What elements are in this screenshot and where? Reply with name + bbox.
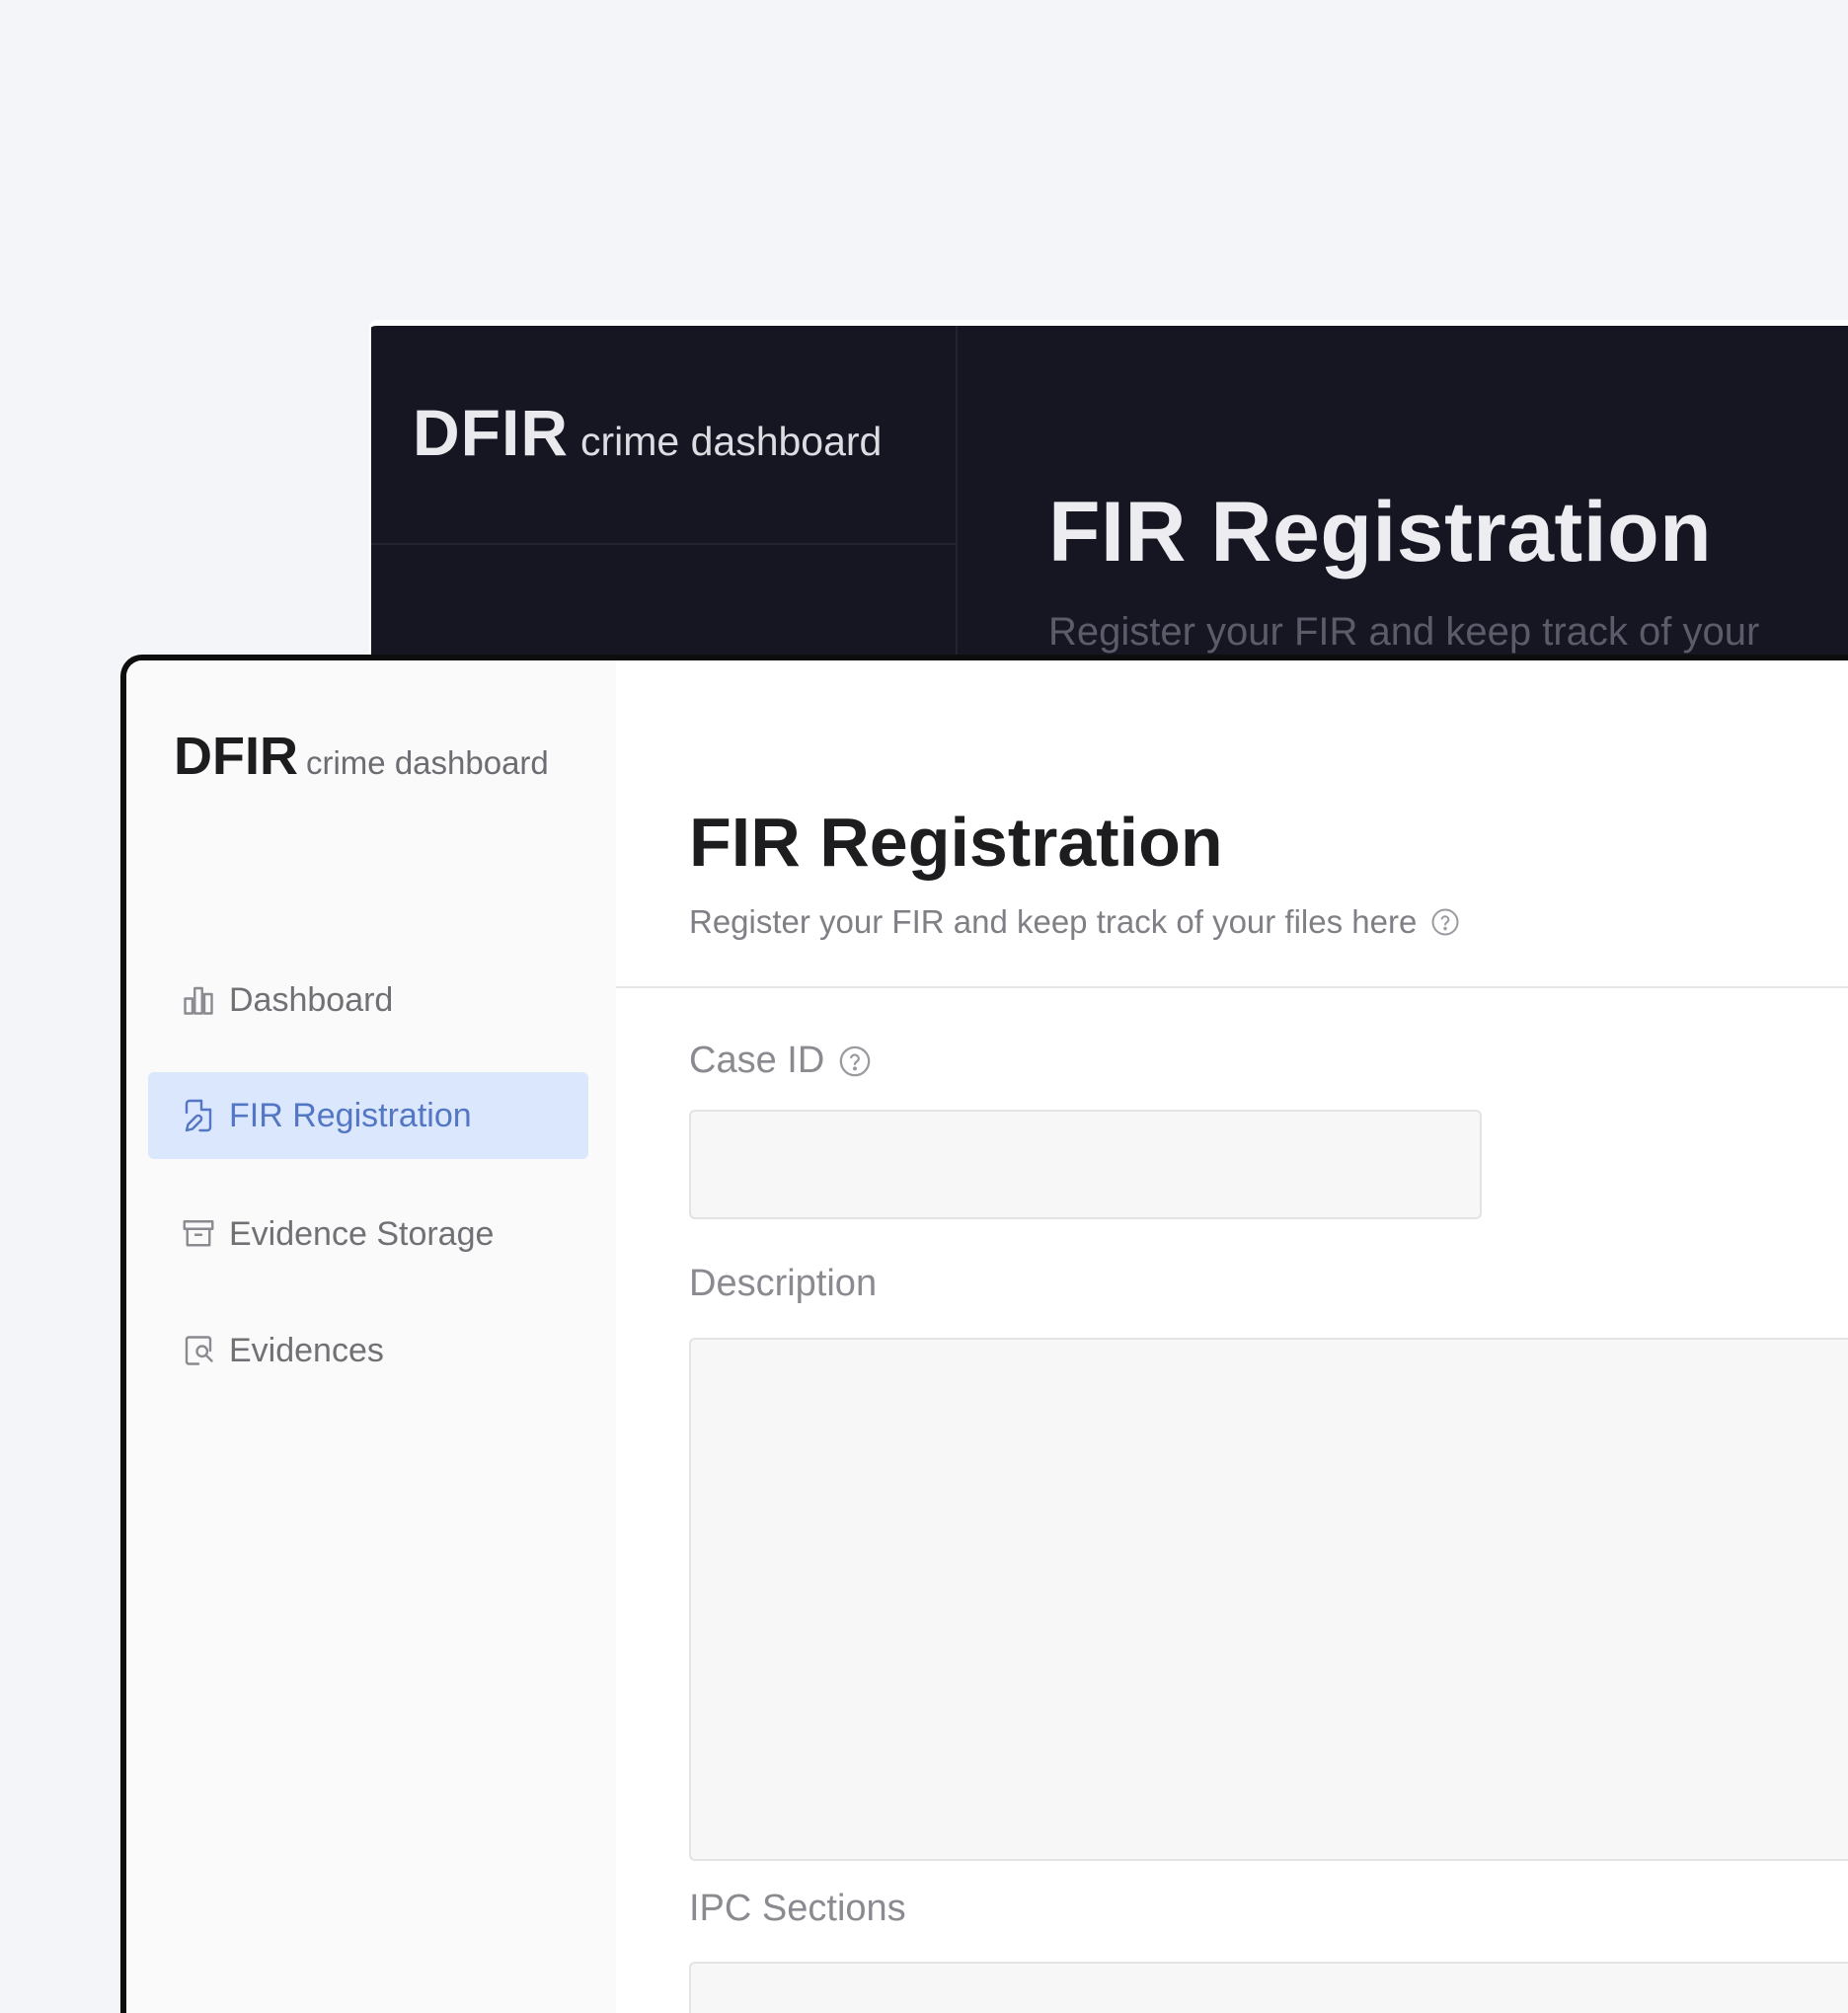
brand-sub: crime dashboard — [305, 744, 549, 781]
archive-box-icon — [180, 1215, 217, 1253]
case-id-label-text: Case ID — [689, 1040, 825, 1081]
background-page-subtitle: Register your FIR and keep track of your — [1048, 610, 1760, 654]
background-brand-area: DFIR crime dashboard — [371, 326, 956, 545]
file-edit-icon — [180, 1097, 217, 1134]
brand-main: DFIR — [174, 727, 298, 786]
sidebar-item-label: Evidence Storage — [229, 1214, 495, 1253]
description-label: Description — [689, 1263, 877, 1305]
background-brand: DFIR crime dashboard — [413, 395, 882, 470]
ipc-sections-label: IPC Sections — [689, 1888, 906, 1930]
page-title: FIR Registration — [689, 804, 1223, 881]
help-circle-icon[interactable] — [838, 1045, 872, 1078]
sidebar-item-fir-registration[interactable]: FIR Registration — [148, 1072, 588, 1159]
case-id-label: Case ID — [689, 1040, 872, 1082]
description-textarea[interactable] — [689, 1338, 1848, 1861]
ipc-sections-label-text: IPC Sections — [689, 1888, 906, 1929]
page-header: FIR Registration Register your FIR and k… — [616, 660, 1848, 988]
sidebar-item-label: FIR Registration — [229, 1096, 472, 1134]
sidebar-item-dashboard[interactable]: Dashboard — [148, 957, 588, 1044]
sidebar-item-label: Evidences — [229, 1331, 384, 1369]
description-label-text: Description — [689, 1263, 878, 1304]
sidebar-item-evidence-storage[interactable]: Evidence Storage — [148, 1191, 588, 1277]
page-subtitle: Register your FIR and keep track of your… — [689, 903, 1460, 941]
case-id-input[interactable] — [689, 1110, 1482, 1219]
app-window: DFIR crime dashboard Dashboard FIR Regis… — [120, 655, 1848, 2013]
background-brand-sub: crime dashboard — [579, 419, 883, 464]
document-search-icon — [180, 1332, 217, 1369]
page-subtitle-text: Register your FIR and keep track of your… — [689, 903, 1418, 940]
background-brand-main: DFIR — [413, 396, 569, 469]
sidebar-item-evidences[interactable]: Evidences — [148, 1307, 588, 1394]
ipc-sections-input[interactable] — [689, 1962, 1848, 2013]
main-content: FIR Registration Register your FIR and k… — [616, 660, 1848, 2013]
brand-logo[interactable]: DFIR crime dashboard — [174, 726, 549, 787]
bar-chart-icon — [180, 981, 217, 1019]
help-circle-icon[interactable] — [1430, 907, 1460, 937]
sidebar: DFIR crime dashboard Dashboard FIR Regis… — [126, 660, 616, 2013]
background-page-title: FIR Registration — [1048, 485, 1713, 580]
sidebar-item-label: Dashboard — [229, 980, 394, 1019]
